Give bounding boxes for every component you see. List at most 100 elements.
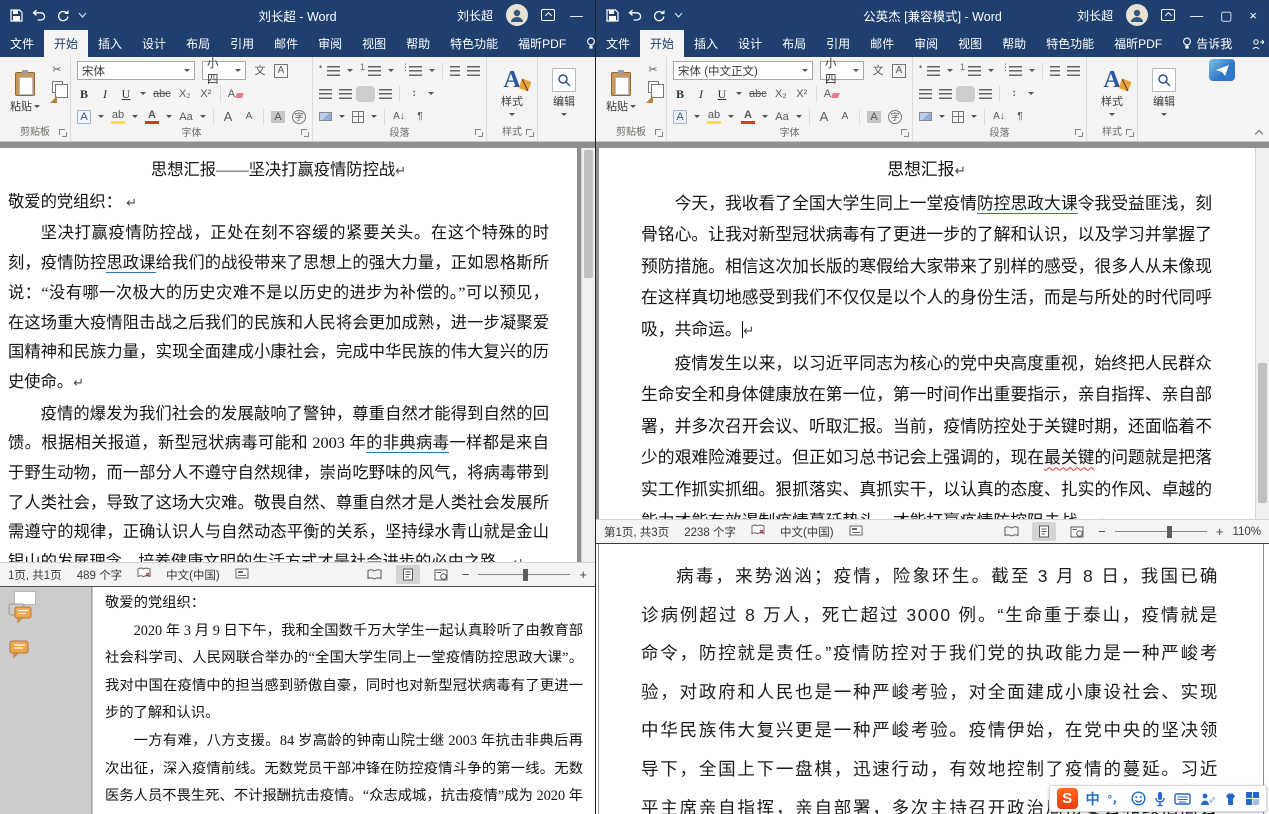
redo-icon[interactable] <box>56 9 69 22</box>
voice-input-icon[interactable] <box>1199 792 1215 806</box>
web-layout-button[interactable] <box>429 565 453 584</box>
align-left-icon[interactable] <box>319 89 332 99</box>
enclose-characters-icon[interactable]: 字 <box>888 110 902 124</box>
format-painter-icon[interactable] <box>50 96 64 110</box>
bullets-icon[interactable] <box>327 66 340 76</box>
tab-file[interactable]: 文件 <box>596 30 640 57</box>
redo-icon[interactable] <box>652 9 665 22</box>
font-size-combo[interactable]: 小四 <box>202 61 246 80</box>
tab-home[interactable]: 开始 <box>44 30 88 57</box>
doc-paragraph[interactable]: 病毒，来势汹汹；疫情，险象环生。截至 3 月 8 日，我国已确诊病例超过 8 万… <box>641 557 1219 814</box>
zoom-slider-thumb[interactable] <box>523 569 528 581</box>
overtype-icon[interactable] <box>235 567 249 582</box>
character-shading-icon[interactable]: A <box>867 111 881 123</box>
ribbon-display-options-icon[interactable] <box>1161 9 1175 21</box>
underline-dropdown[interactable] <box>736 92 742 98</box>
tab-review[interactable]: 审阅 <box>308 30 352 57</box>
styles-button[interactable]: A 样式 <box>1093 60 1131 126</box>
tab-insert[interactable]: 插入 <box>684 30 728 57</box>
zoom-in-button[interactable]: + <box>1216 524 1224 539</box>
tab-references[interactable]: 引用 <box>816 30 860 57</box>
text-effects-icon[interactable]: A <box>77 110 91 124</box>
line-spacing-icon[interactable]: ↕ <box>407 88 421 100</box>
language-indicator[interactable]: 中文(中国) <box>166 567 220 583</box>
align-center-icon[interactable] <box>939 89 952 99</box>
doc-paragraph[interactable]: 坚决打赢疫情防控战，正处在刻不容缓的紧要关头。在这个特殊的时刻，疫情防控思政课给… <box>8 218 549 398</box>
font-color-icon[interactable]: A <box>741 109 755 124</box>
phonetic-guide-icon[interactable]: 文 <box>253 65 267 77</box>
doc-title[interactable]: 思想汇报↵ <box>641 154 1212 188</box>
cut-icon[interactable]: ✂ <box>50 64 64 76</box>
decrease-indent-icon[interactable] <box>450 66 460 76</box>
tab-design[interactable]: 设计 <box>132 30 176 57</box>
share-overlay-icon[interactable] <box>1209 59 1235 81</box>
highlight-color-icon[interactable]: ab <box>111 109 125 124</box>
font-dialog-launcher[interactable] <box>301 129 310 138</box>
tab-layout[interactable]: 布局 <box>176 30 220 57</box>
tab-tell-me[interactable]: 告诉我 <box>576 30 595 57</box>
account-name[interactable]: 刘长超 <box>1077 7 1113 24</box>
word-window-back-right[interactable]: 病毒，来势汹汹；疫情，险象环生。截至 3 月 8 日，我国已确诊病例超过 8 万… <box>595 543 1269 814</box>
doc-paragraph[interactable]: 疫情的爆发为我们社会的发展敲响了警钟，尊重自然才能得到自然的回馈。根据相关报道，… <box>8 399 549 562</box>
zoom-slider-thumb[interactable] <box>1167 526 1172 538</box>
phonetic-guide-icon[interactable]: 文 <box>871 65 885 77</box>
superscript-button[interactable]: X² <box>795 88 809 100</box>
underline-dropdown[interactable] <box>140 92 146 98</box>
tab-review[interactable]: 审阅 <box>904 30 948 57</box>
shrink-font-icon[interactable]: A <box>242 111 256 123</box>
scrollbar-thumb[interactable] <box>1258 363 1267 503</box>
qat-customize-icon[interactable] <box>78 12 87 18</box>
tab-mailings[interactable]: 邮件 <box>860 30 904 57</box>
shrink-font-icon[interactable]: A <box>838 111 852 123</box>
borders-icon[interactable] <box>352 111 364 123</box>
tab-home[interactable]: 开始 <box>640 30 684 57</box>
underline-button[interactable]: U <box>119 88 133 100</box>
superscript-button[interactable]: X² <box>199 88 213 100</box>
share-button[interactable]: 共享 <box>1242 30 1269 57</box>
font-color-icon[interactable]: A <box>145 109 159 124</box>
web-layout-button[interactable] <box>1065 522 1089 541</box>
print-layout-button[interactable] <box>1032 522 1056 541</box>
page-indicator[interactable]: 第1页, 共3页 <box>604 524 669 540</box>
multilevel-list-icon[interactable] <box>409 66 422 76</box>
font-dialog-launcher[interactable] <box>901 129 910 138</box>
word-window-back-left[interactable]: 敬爱的党组织： 2020 年 3 月 9 日下午，我和全国数千万大学生一起认真聆… <box>0 586 595 814</box>
sogou-logo-icon[interactable]: S <box>1057 788 1078 809</box>
justify-icon[interactable] <box>359 89 372 99</box>
avatar[interactable] <box>1126 4 1148 26</box>
clipboard-dialog-launcher[interactable] <box>59 129 68 138</box>
font-name-combo[interactable]: 宋体 <box>77 61 195 80</box>
emoji-icon[interactable] <box>1131 791 1146 806</box>
skin-icon[interactable] <box>1223 792 1238 806</box>
doc-paragraph[interactable]: 2020 年 3 月 9 日下午，我和全国数千万大学生一起认真聆听了由教育部社会… <box>105 618 583 728</box>
read-mode-button[interactable] <box>999 522 1023 541</box>
tab-file[interactable]: 文件 <box>0 30 44 57</box>
tab-foxit-pdf[interactable]: 福昕PDF <box>508 30 576 57</box>
save-icon[interactable] <box>606 9 619 22</box>
character-border-icon[interactable]: A <box>892 64 906 78</box>
styles-dialog-launcher[interactable] <box>526 129 535 138</box>
close-button[interactable]: × <box>1247 9 1259 22</box>
tab-special-features[interactable]: 特色功能 <box>440 30 508 57</box>
change-case-icon[interactable]: Aa <box>775 111 789 123</box>
styles-button[interactable]: A 样式 <box>493 60 531 126</box>
word-count[interactable]: 2238 个字 <box>684 524 736 540</box>
italic-button[interactable]: I <box>694 88 708 100</box>
font-name-combo[interactable]: 宋体 (中文正文) <box>673 61 813 80</box>
comment-icon[interactable] <box>8 639 32 664</box>
line-spacing-icon[interactable]: ↕ <box>1007 88 1021 100</box>
ime-punctuation-toggle[interactable]: °， <box>1108 791 1123 807</box>
bold-button[interactable]: B <box>673 88 687 100</box>
subscript-button[interactable]: X₂ <box>774 88 788 100</box>
copy-icon[interactable] <box>648 81 659 93</box>
tab-mailings[interactable]: 邮件 <box>264 30 308 57</box>
tab-special-features[interactable]: 特色功能 <box>1036 30 1104 57</box>
microphone-icon[interactable] <box>1154 791 1166 807</box>
document-page[interactable]: 病毒，来势汹汹；疫情，险象环生。截至 3 月 8 日，我国已确诊病例超过 8 万… <box>598 544 1264 814</box>
tab-help[interactable]: 帮助 <box>992 30 1036 57</box>
tab-insert[interactable]: 插入 <box>88 30 132 57</box>
change-case-icon[interactable]: Aa <box>179 111 193 123</box>
grow-font-icon[interactable]: A <box>221 111 235 123</box>
tab-layout[interactable]: 布局 <box>772 30 816 57</box>
paste-button[interactable]: 粘贴 <box>6 60 44 126</box>
